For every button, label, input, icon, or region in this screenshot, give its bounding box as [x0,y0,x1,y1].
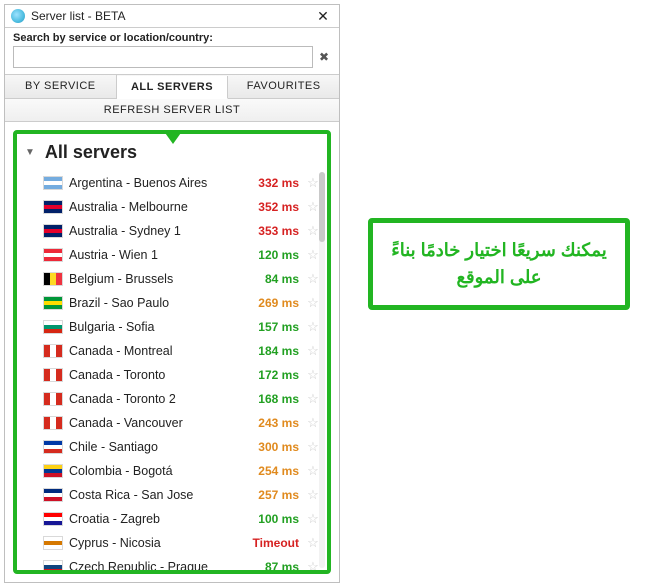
flag-icon [43,488,63,502]
flag-icon [43,344,63,358]
server-ping: 254 ms [245,464,299,478]
server-row[interactable]: Canada - Vancouver243 ms☆ [23,411,321,435]
server-name: Bulgaria - Sofia [69,320,239,334]
server-ping: 269 ms [245,296,299,310]
flag-icon [43,200,63,214]
server-list-window: Server list - BETA ✕ Search by service o… [4,4,340,583]
server-name: Austria - Wien 1 [69,248,239,262]
server-row[interactable]: Croatia - Zagreb100 ms☆ [23,507,321,531]
server-ping: 87 ms [245,560,299,574]
server-row[interactable]: Cyprus - NicosiaTimeout☆ [23,531,321,555]
refresh-server-list-button[interactable]: REFRESH SERVER LIST [5,99,339,122]
server-ping: 352 ms [245,200,299,214]
tab-all-servers[interactable]: ALL SERVERS [117,76,229,99]
flag-icon [43,464,63,478]
server-ping: 332 ms [245,176,299,190]
server-row[interactable]: Argentina - Buenos Aires332 ms☆ [23,171,321,195]
server-name: Belgium - Brussels [69,272,239,286]
server-ping: 168 ms [245,392,299,406]
server-row[interactable]: Canada - Montreal184 ms☆ [23,339,321,363]
flag-icon [43,176,63,190]
scrollbar[interactable] [319,172,325,568]
close-icon[interactable]: ✕ [315,9,331,23]
search-label: Search by service or location/country: [13,32,331,44]
server-name: Brazil - Sao Paulo [69,296,239,310]
flag-icon [43,224,63,238]
server-name: Australia - Melbourne [69,200,239,214]
annotation-callout: يمكنك سريعًا اختيار خادمًا بناءً على الم… [368,218,630,310]
server-ping: 172 ms [245,368,299,382]
app-logo-icon [11,9,25,23]
server-row[interactable]: Austria - Wien 1120 ms☆ [23,243,321,267]
server-name: Australia - Sydney 1 [69,224,239,238]
flag-icon [43,368,63,382]
flag-icon [43,272,63,286]
flag-icon [43,512,63,526]
flag-icon [43,416,63,430]
server-row[interactable]: Belgium - Brussels84 ms☆ [23,267,321,291]
server-name: Canada - Montreal [69,344,239,358]
scrollbar-thumb[interactable] [319,172,325,242]
server-name: Cyprus - Nicosia [69,536,239,550]
server-ping: Timeout [245,536,299,550]
search-input[interactable] [13,46,313,68]
server-name: Croatia - Zagreb [69,512,239,526]
titlebar: Server list - BETA ✕ [5,5,339,28]
server-row[interactable]: Bulgaria - Sofia157 ms☆ [23,315,321,339]
search-area: Search by service or location/country: ✖ [5,28,339,74]
flag-icon [43,248,63,262]
server-name: Chile - Santiago [69,440,239,454]
server-row[interactable]: Czech Republic - Prague87 ms☆ [23,555,321,574]
collapse-caret-icon[interactable]: ▼ [25,147,35,158]
flag-icon [43,440,63,454]
tab-favourites[interactable]: FAVOURITES [228,75,339,98]
server-ping: 300 ms [245,440,299,454]
server-row[interactable]: Canada - Toronto 2168 ms☆ [23,387,321,411]
tabs: BY SERVICE ALL SERVERS FAVOURITES [5,74,339,99]
server-name: Costa Rica - San Jose [69,488,239,502]
server-ping: 120 ms [245,248,299,262]
server-ping: 100 ms [245,512,299,526]
server-name: Canada - Toronto 2 [69,392,239,406]
server-ping: 257 ms [245,488,299,502]
server-name: Colombia - Bogotá [69,464,239,478]
window-title: Server list - BETA [31,9,315,23]
server-row[interactable]: Australia - Sydney 1353 ms☆ [23,219,321,243]
server-name: Czech Republic - Prague [69,560,239,574]
server-ping: 243 ms [245,416,299,430]
server-row[interactable]: Brazil - Sao Paulo269 ms☆ [23,291,321,315]
flag-icon [43,392,63,406]
server-list: Argentina - Buenos Aires332 ms☆Australia… [23,171,321,574]
flag-icon [43,296,63,310]
search-row: ✖ [13,46,331,68]
list-title: All servers [45,142,137,163]
server-name: Canada - Vancouver [69,416,239,430]
tab-by-service[interactable]: BY SERVICE [5,75,117,98]
annotation-text: يمكنك سريعًا اختيار خادمًا بناءً على الم… [391,240,606,287]
server-ping: 157 ms [245,320,299,334]
server-name: Argentina - Buenos Aires [69,176,239,190]
flag-icon [43,560,63,574]
highlight-arrow-icon [163,130,183,144]
server-ping: 184 ms [245,344,299,358]
flag-icon [43,320,63,334]
server-name: Canada - Toronto [69,368,239,382]
server-row[interactable]: Chile - Santiago300 ms☆ [23,435,321,459]
server-row[interactable]: Colombia - Bogotá254 ms☆ [23,459,321,483]
server-list-panel: ▼ All servers Argentina - Buenos Aires 33… [13,130,331,574]
server-row[interactable]: Costa Rica - San Jose257 ms☆ [23,483,321,507]
server-row[interactable]: Australia - Melbourne352 ms☆ [23,195,321,219]
server-row[interactable]: Canada - Toronto172 ms☆ [23,363,321,387]
server-ping: 353 ms [245,224,299,238]
clear-search-icon[interactable]: ✖ [317,50,331,64]
flag-icon [43,536,63,550]
server-ping: 84 ms [245,272,299,286]
